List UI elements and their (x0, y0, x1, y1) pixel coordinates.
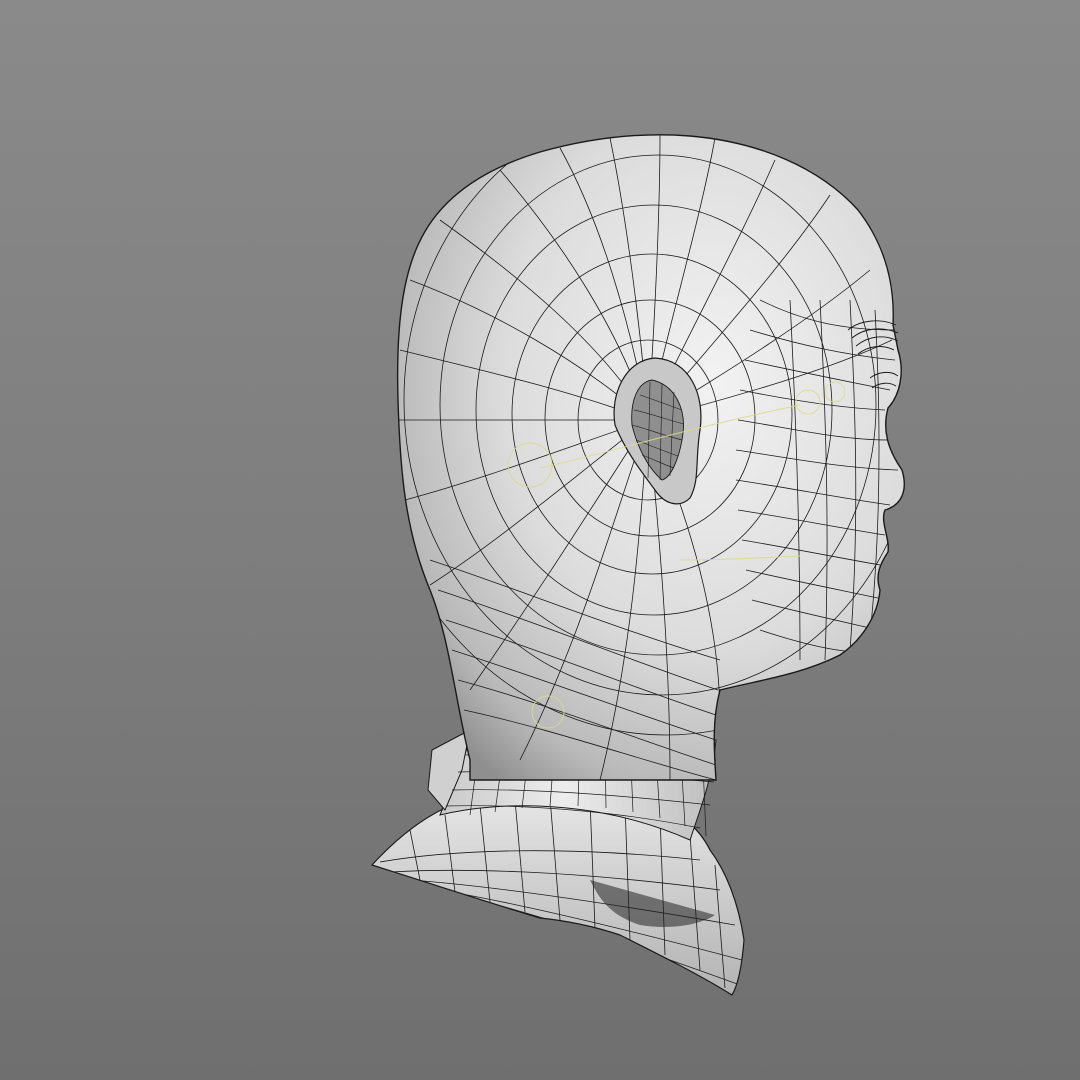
3d-viewport[interactable] (0, 0, 1080, 1080)
head-model-render[interactable] (0, 0, 1080, 1080)
head-mesh (396, 134, 905, 781)
